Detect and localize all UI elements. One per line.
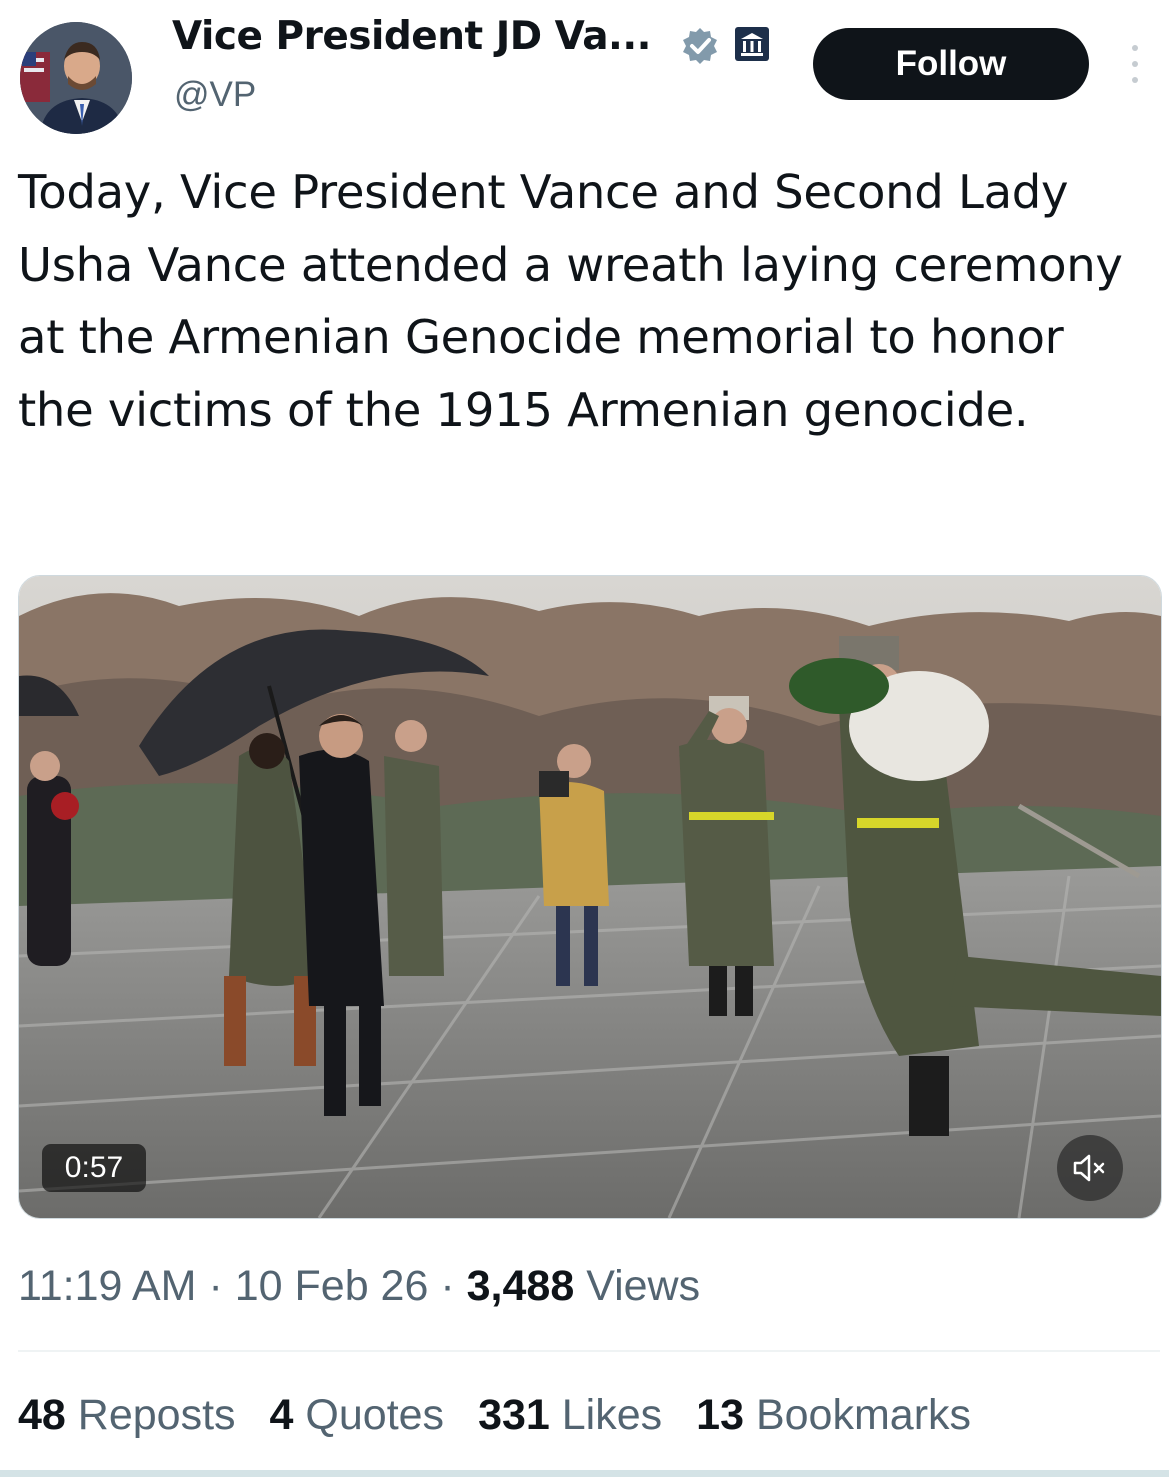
tweet-metadata: 11:19 AM · 10 Feb 26 · 3,488 Views bbox=[18, 1262, 700, 1311]
bookmarks-stat[interactable]: 13 Bookmarks bbox=[696, 1391, 971, 1440]
likes-stat[interactable]: 331 Likes bbox=[478, 1391, 662, 1440]
video-duration-badge: 0:57 bbox=[42, 1144, 146, 1192]
meta-separator: · bbox=[440, 1262, 455, 1310]
bottom-border bbox=[0, 1470, 1169, 1477]
verified-badge-icon bbox=[683, 28, 717, 64]
author-avatar[interactable] bbox=[20, 22, 132, 134]
mute-toggle-button[interactable] bbox=[1057, 1135, 1123, 1201]
quotes-stat[interactable]: 4 Quotes bbox=[270, 1391, 445, 1440]
views-count: 3,488 bbox=[466, 1262, 575, 1310]
tweet-text: Today, Vice President Vance and Second L… bbox=[18, 165, 1123, 437]
divider bbox=[18, 1350, 1160, 1352]
follow-button[interactable]: Follow bbox=[813, 28, 1089, 100]
tweet-video[interactable] bbox=[18, 575, 1162, 1219]
speaker-muted-icon bbox=[1073, 1154, 1105, 1182]
meta-separator: · bbox=[208, 1262, 223, 1310]
government-building-icon bbox=[735, 27, 769, 61]
author-handle[interactable]: @VP bbox=[174, 75, 256, 115]
tweet-date[interactable]: 10 Feb 26 bbox=[235, 1262, 429, 1310]
more-vertical-icon[interactable] bbox=[1126, 42, 1144, 86]
video-frame bbox=[19, 576, 1161, 1218]
author-display-name[interactable]: Vice President JD Va... bbox=[172, 14, 652, 59]
reposts-stat[interactable]: 48 Reposts bbox=[18, 1391, 236, 1440]
engagement-stats: 48 Reposts 4 Quotes 331 Likes 13 Bookmar… bbox=[18, 1391, 971, 1440]
views-label: Views bbox=[586, 1262, 701, 1310]
tweet-time[interactable]: 11:19 AM bbox=[18, 1262, 197, 1310]
